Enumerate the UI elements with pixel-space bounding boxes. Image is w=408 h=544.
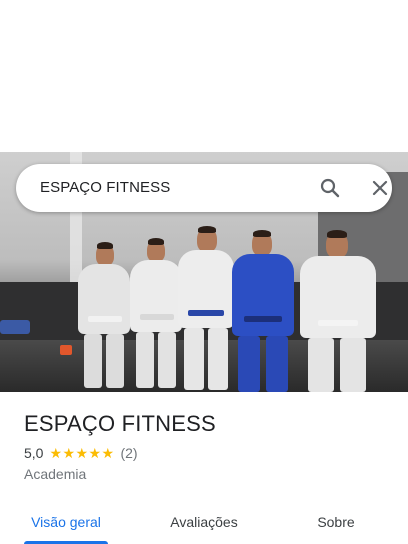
search-input[interactable]: ESPAÇO FITNESS <box>40 179 170 196</box>
place-title: ESPAÇO FITNESS <box>24 411 216 436</box>
mat-pad <box>0 320 30 334</box>
rating-stars: ★ ★ ★ ★ ★ <box>49 444 115 461</box>
tab-overview[interactable]: Visão geral <box>24 500 108 544</box>
rating-row[interactable]: 5,0 ★ ★ ★ ★ ★ (2) <box>24 445 138 461</box>
place-info-panel: ESPAÇO FITNESS 5,0 ★ ★ ★ ★ ★ (2) Academi… <box>0 392 408 544</box>
search-bar[interactable]: ESPAÇO FITNESS <box>16 164 392 212</box>
tab-about[interactable]: Sobre <box>300 500 372 544</box>
star-icon: ★ <box>101 444 115 461</box>
person-3 <box>176 226 236 392</box>
search-icon[interactable] <box>318 176 342 200</box>
place-category: Academia <box>24 466 87 482</box>
cone <box>60 345 72 355</box>
star-icon: ★ <box>75 444 89 461</box>
star-icon: ★ <box>62 444 76 461</box>
review-count[interactable]: (2) <box>120 445 137 461</box>
tab-bar: Visão geral Avaliações Sobre <box>0 500 408 544</box>
star-icon: ★ <box>49 444 63 461</box>
close-icon[interactable] <box>368 176 392 200</box>
map-area <box>0 0 408 152</box>
person-4 <box>230 230 296 392</box>
rating-value: 5,0 <box>24 445 44 461</box>
person-5 <box>298 230 378 392</box>
person-1 <box>76 242 132 392</box>
tab-reviews[interactable]: Avaliações <box>160 500 248 544</box>
star-icon: ★ <box>88 444 102 461</box>
